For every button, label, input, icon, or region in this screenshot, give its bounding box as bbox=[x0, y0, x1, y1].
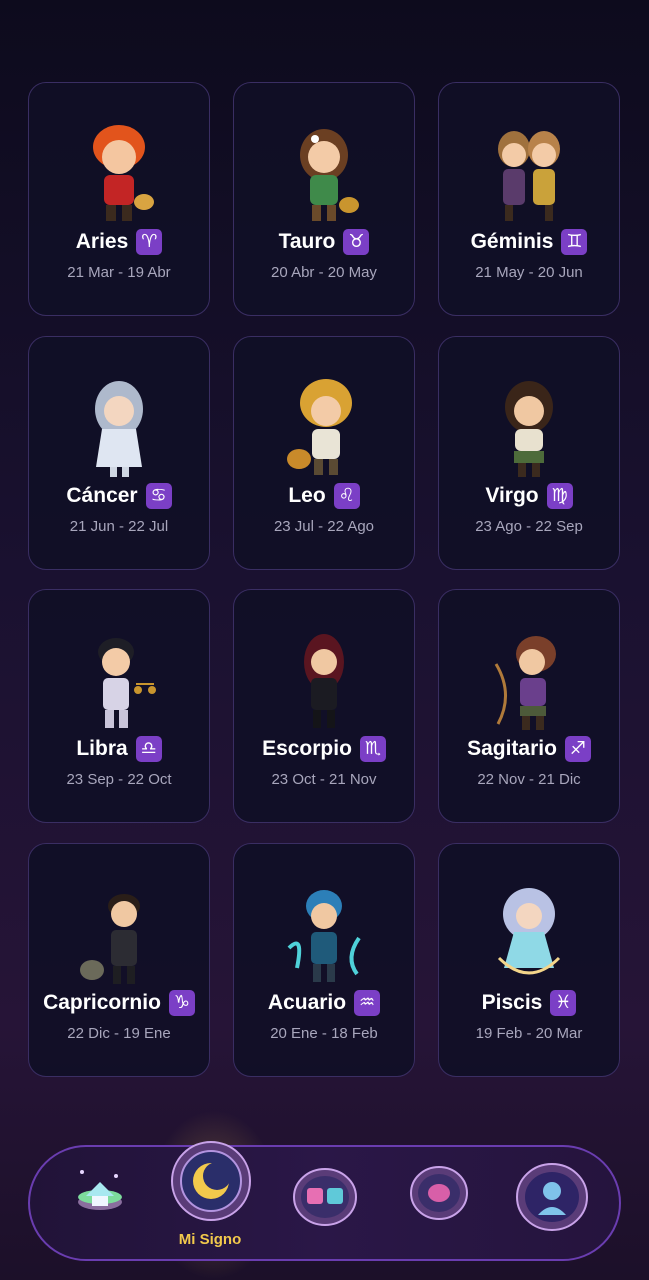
sign-name: Aries bbox=[75, 230, 129, 253]
my-sign-zodiac-icon bbox=[171, 1141, 251, 1221]
acuario-symbol-icon: ♒ bbox=[354, 990, 381, 1016]
tauro-symbol-icon: ♉ bbox=[343, 229, 370, 255]
nav-mi-signo[interactable] bbox=[170, 1140, 252, 1222]
sign-dates: 23 Oct - 21 Nov bbox=[271, 771, 377, 788]
mind-brain-icon bbox=[410, 1166, 468, 1220]
escorpio-symbol-icon: ♏ bbox=[359, 736, 386, 762]
sign-dates: 23 Sep - 22 Oct bbox=[66, 771, 172, 788]
escorpio-character-icon bbox=[279, 624, 369, 734]
sign-name: Virgo bbox=[485, 484, 539, 507]
sign-name: Cáncer bbox=[66, 484, 138, 507]
geminis-character-icon bbox=[484, 117, 574, 227]
sign-name: Leo bbox=[288, 484, 326, 507]
libra-symbol-icon: ♎ bbox=[135, 736, 162, 762]
acuario-character-icon bbox=[279, 878, 369, 988]
virgo-character-icon bbox=[484, 371, 574, 481]
sign-name: Géminis bbox=[470, 230, 554, 253]
nav-mind[interactable] bbox=[410, 1166, 468, 1220]
sign-card-capricornio[interactable]: Capricornio ♑ 22 Dic - 19 Ene bbox=[28, 843, 210, 1077]
sign-dates: 20 Abr - 20 May bbox=[271, 264, 377, 281]
sagitario-character-icon bbox=[484, 624, 574, 734]
sign-card-virgo[interactable]: Virgo ♍ 23 Ago - 22 Sep bbox=[438, 336, 620, 570]
sign-dates: 20 Ene - 18 Feb bbox=[270, 1025, 378, 1042]
capricornio-character-icon bbox=[74, 878, 164, 988]
sign-dates: 22 Dic - 19 Ene bbox=[67, 1025, 171, 1042]
sign-card-tauro[interactable]: Tauro ♉ 20 Abr - 20 May bbox=[233, 82, 415, 316]
sign-card-acuario[interactable]: Acuario ♒ 20 Ene - 18 Feb bbox=[233, 843, 415, 1077]
nav-active-label: Mi Signo bbox=[178, 1231, 242, 1248]
sign-name: Tauro bbox=[278, 230, 336, 253]
sign-dates: 23 Ago - 22 Sep bbox=[475, 518, 583, 535]
sagitario-symbol-icon: ♐ bbox=[564, 736, 591, 762]
sign-card-piscis[interactable]: Piscis ♓ 19 Feb - 20 Mar bbox=[438, 843, 620, 1077]
home-island-icon bbox=[78, 1170, 122, 1210]
zodiac-grid: Aries ♈ 21 Mar - 19 Abr Tauro ♉ 20 Abr - 2… bbox=[0, 0, 649, 1100]
sign-dates: 21 May - 20 Jun bbox=[475, 264, 583, 281]
capricornio-symbol-icon: ♑ bbox=[168, 990, 195, 1016]
libra-character-icon bbox=[74, 624, 164, 734]
sign-dates: 21 Mar - 19 Abr bbox=[67, 264, 171, 281]
sign-name: Piscis bbox=[481, 991, 543, 1014]
leo-character-icon bbox=[279, 371, 369, 481]
profile-silhouette-icon bbox=[516, 1163, 588, 1231]
sign-name: Acuario bbox=[267, 991, 347, 1014]
geminis-symbol-icon: ♊ bbox=[561, 229, 588, 255]
tauro-character-icon bbox=[279, 117, 369, 227]
aries-character-icon bbox=[74, 117, 164, 227]
leo-symbol-icon: ♌ bbox=[333, 483, 360, 509]
sign-name: Sagitario bbox=[467, 737, 557, 760]
compatibility-puzzle-icon bbox=[293, 1168, 357, 1226]
sign-card-sagitario[interactable]: Sagitario ♐ 22 Nov - 21 Dic bbox=[438, 589, 620, 823]
sign-card-aries[interactable]: Aries ♈ 21 Mar - 19 Abr bbox=[28, 82, 210, 316]
sign-dates: 19 Feb - 20 Mar bbox=[475, 1025, 583, 1042]
sign-dates: 23 Jul - 22 Ago bbox=[273, 518, 375, 535]
sign-card-leo[interactable]: Leo ♌ 23 Jul - 22 Ago bbox=[233, 336, 415, 570]
nav-profile[interactable] bbox=[516, 1163, 588, 1231]
sign-card-libra[interactable]: Libra ♎ 23 Sep - 22 Oct bbox=[28, 589, 210, 823]
sign-name: Escorpio bbox=[262, 737, 352, 760]
sign-card-escorpio[interactable]: Escorpio ♏ 23 Oct - 21 Nov bbox=[233, 589, 415, 823]
sign-card-geminis[interactable]: Géminis ♊ 21 May - 20 Jun bbox=[438, 82, 620, 316]
piscis-character-icon bbox=[484, 878, 574, 988]
sign-card-cancer[interactable]: Cáncer ♋ 21 Jun - 22 Jul bbox=[28, 336, 210, 570]
nav-home[interactable] bbox=[72, 1162, 128, 1224]
virgo-symbol-icon: ♍ bbox=[546, 483, 573, 509]
piscis-symbol-icon: ♓ bbox=[550, 990, 577, 1016]
nav-compatibility[interactable] bbox=[293, 1168, 357, 1226]
cancer-character-icon bbox=[74, 371, 164, 481]
sign-dates: 21 Jun - 22 Jul bbox=[69, 518, 169, 535]
sign-name: Libra bbox=[76, 737, 128, 760]
sign-dates: 22 Nov - 21 Dic bbox=[477, 771, 581, 788]
sign-name: Capricornio bbox=[43, 991, 161, 1014]
cancer-symbol-icon: ♋ bbox=[145, 483, 172, 509]
aries-symbol-icon: ♈ bbox=[136, 229, 163, 255]
